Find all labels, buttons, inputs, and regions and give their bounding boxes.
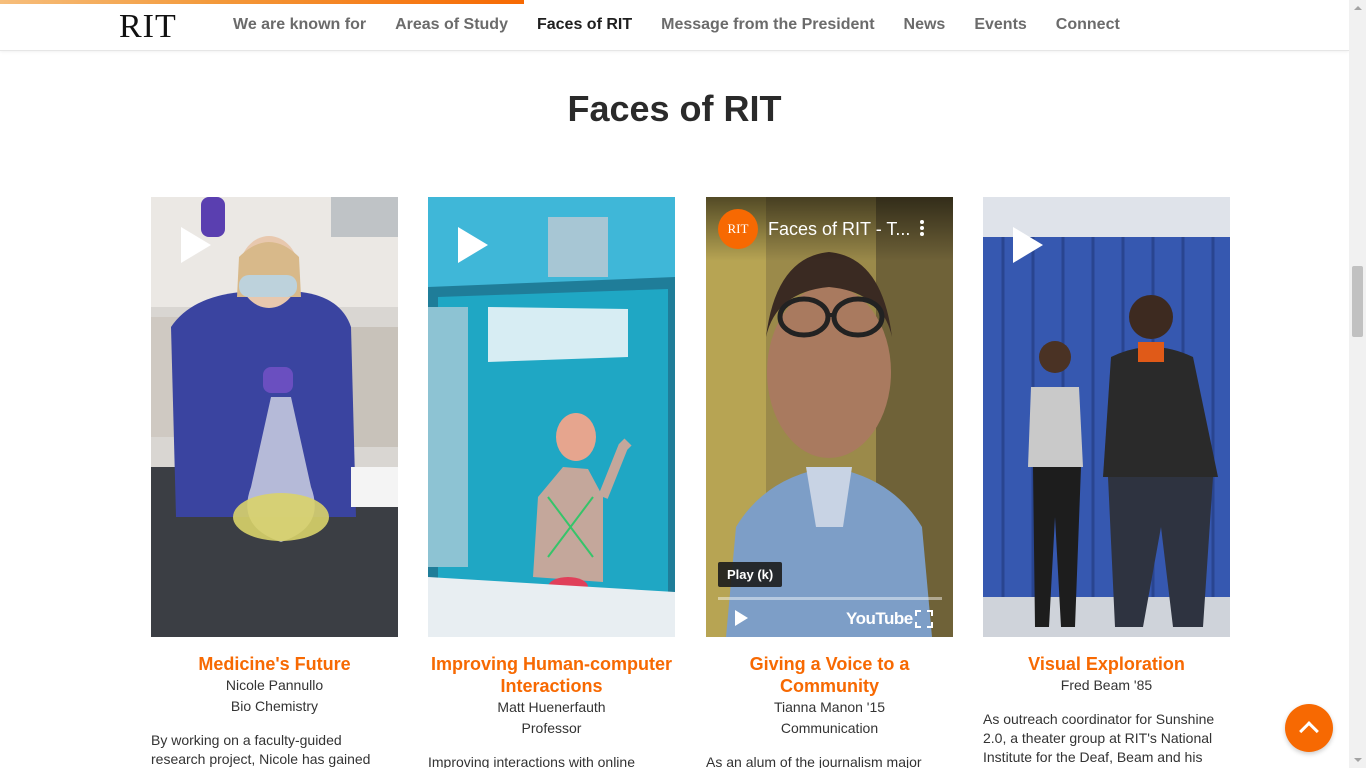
card-title[interactable]: Visual Exploration: [983, 653, 1230, 675]
play-icon[interactable]: [181, 227, 211, 263]
more-vert-icon[interactable]: [917, 219, 927, 239]
card-title[interactable]: Improving Human-computer Interactions: [428, 653, 675, 697]
card-name: Fred Beam '85: [1060, 677, 1153, 693]
scroll-down-arrow-icon[interactable]: [1349, 751, 1366, 768]
card-title[interactable]: Medicine's Future: [151, 653, 398, 675]
card-description: Improving interactions with online: [428, 754, 635, 768]
section-title: Faces of RIT: [567, 88, 782, 129]
faces-card: Medicine's Future Nicole Pannullo Bio Ch…: [151, 197, 398, 768]
youtube-embed[interactable]: RIT Faces of RIT - T... Play (k) YouTube: [706, 197, 953, 637]
play-icon[interactable]: [735, 610, 749, 626]
fullscreen-icon[interactable]: [915, 610, 933, 628]
main-nav: We are known for Areas of Study Faces of…: [233, 15, 1149, 35]
youtube-logo[interactable]: YouTube: [846, 609, 913, 629]
motion-capture-image: [428, 197, 675, 637]
nav-item-events[interactable]: Events: [974, 15, 1026, 35]
video-thumbnail[interactable]: [983, 197, 1230, 637]
faces-card: Visual Exploration Fred Beam '85 As outr…: [983, 197, 1230, 767]
nav-item-faces-of-rit[interactable]: Faces of RIT: [537, 15, 632, 35]
video-title[interactable]: Faces of RIT - T...: [768, 218, 910, 240]
card-role: Communication: [780, 720, 879, 736]
card-role: Professor: [521, 720, 582, 736]
video-thumbnail[interactable]: [428, 197, 675, 637]
channel-avatar[interactable]: RIT: [718, 209, 758, 249]
card-role: Bio Chemistry: [230, 698, 319, 714]
scroll-up-arrow-icon[interactable]: [1349, 0, 1366, 17]
card-description: By working on a faculty-guided research …: [151, 732, 371, 767]
card-title[interactable]: Giving a Voice to a Community: [706, 653, 953, 697]
theater-scene-image: [983, 197, 1230, 637]
card-name: Nicole Pannullo: [225, 677, 324, 693]
nav-item-news[interactable]: News: [904, 15, 946, 35]
play-icon[interactable]: [458, 227, 488, 263]
nav-item-we-are-known-for[interactable]: We are known for: [233, 15, 366, 35]
video-progress-bar[interactable]: [718, 597, 942, 600]
scroll-thumb[interactable]: [1352, 266, 1363, 337]
play-tooltip: Play (k): [718, 562, 783, 587]
faces-card: RIT Faces of RIT - T... Play (k) YouTube…: [706, 197, 953, 768]
play-icon[interactable]: [1013, 227, 1043, 263]
nav-item-message-from-president[interactable]: Message from the President: [661, 15, 874, 35]
site-header: RIT We are known for Areas of Study Face…: [0, 0, 1349, 51]
rit-logo[interactable]: RIT: [119, 10, 177, 44]
card-description: As an alum of the journalism major: [706, 754, 922, 768]
page-scrollbar[interactable]: [1349, 0, 1366, 768]
card-description: As outreach coordinator for Sunshine 2.0…: [983, 711, 1215, 765]
card-name: Tianna Manon '15: [773, 699, 886, 715]
lab-scene-image: [151, 197, 398, 637]
video-thumbnail[interactable]: [151, 197, 398, 637]
nav-item-areas-of-study[interactable]: Areas of Study: [395, 15, 508, 35]
scroll-progress-bar: [0, 0, 524, 4]
chevron-up-icon[interactable]: [1285, 704, 1333, 752]
card-name: Matt Huenerfauth: [497, 699, 606, 715]
nav-item-connect[interactable]: Connect: [1056, 15, 1120, 35]
faces-card: Improving Human-computer Interactions Ma…: [428, 197, 675, 768]
